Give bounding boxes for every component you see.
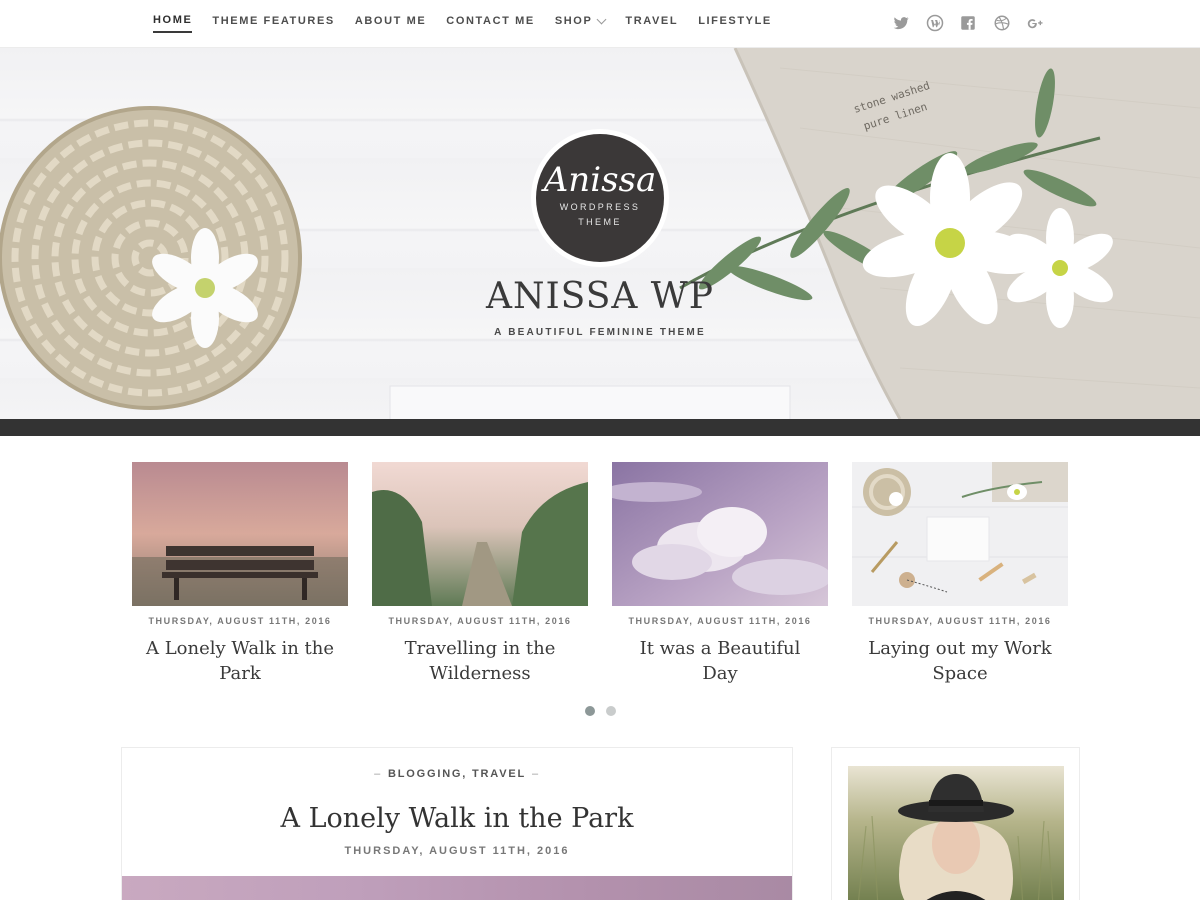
nav-item-travel[interactable]: TRAVEL <box>625 14 678 33</box>
nav-item-lifestyle[interactable]: LIFESTYLE <box>698 14 772 33</box>
category-link-blogging[interactable]: BLOGGING <box>388 768 462 780</box>
featured-posts-slider: THURSDAY, AUGUST 11TH, 2016 A Lonely Wal… <box>132 462 1068 702</box>
slide-date: THURSDAY, AUGUST 11TH, 2016 <box>868 616 1052 626</box>
nav-item-label: HOME <box>153 14 193 26</box>
post-featured-image[interactable] <box>122 876 792 900</box>
dribbble-icon[interactable] <box>992 13 1012 33</box>
google-plus-icon[interactable] <box>1025 13 1045 33</box>
facebook-icon[interactable] <box>958 13 978 33</box>
site-logo[interactable]: Anissa WORDPRESS THEME <box>531 129 669 267</box>
slide-title[interactable]: It was a Beautiful Day <box>612 636 828 686</box>
slide-image-bench-in-mist[interactable] <box>132 462 348 606</box>
post-title[interactable]: A Lonely Walk in the Park <box>122 803 792 834</box>
slide-card[interactable]: THURSDAY, AUGUST 11TH, 2016 Travelling i… <box>372 462 588 686</box>
logo-script-text: Anissa <box>543 160 657 200</box>
slide-card[interactable]: THURSDAY, AUGUST 11TH, 2016 Laying out m… <box>852 462 1068 686</box>
slide-image-purple-clouds[interactable] <box>612 462 828 606</box>
nav-item-home[interactable]: HOME <box>153 14 193 33</box>
nav-item-label: LIFESTYLE <box>698 15 772 27</box>
author-photo <box>848 766 1064 900</box>
hero-divider-bar <box>0 419 1200 436</box>
site-tagline: A BEAUTIFUL FEMININE THEME <box>494 327 706 338</box>
nav-item-label: ABOUT ME <box>354 15 427 27</box>
chevron-down-icon <box>596 14 607 24</box>
post-card: – BLOGGING, TRAVEL – A Lonely Walk in the … <box>121 747 793 900</box>
category-separator: , <box>462 768 468 780</box>
slider-dot-2[interactable] <box>606 706 616 716</box>
slider-dot-1[interactable] <box>585 706 595 716</box>
slide-image-misty-forest-path[interactable] <box>372 462 588 606</box>
nav-item-about-me[interactable]: ABOUT ME <box>355 14 426 33</box>
twitter-icon[interactable] <box>891 13 911 33</box>
category-dash: – <box>374 768 382 780</box>
social-links <box>891 13 1059 33</box>
logo-subtitle-line: WORDPRESS <box>559 202 641 212</box>
slide-date: THURSDAY, AUGUST 11TH, 2016 <box>628 616 812 626</box>
logo-circle: Anissa WORDPRESS THEME <box>536 134 664 262</box>
slide-card[interactable]: THURSDAY, AUGUST 11TH, 2016 It was a Bea… <box>612 462 828 686</box>
slide-image-workspace-flatlay[interactable] <box>852 462 1068 606</box>
nav-item-contact-me[interactable]: CONTACT ME <box>446 14 535 33</box>
slide-title[interactable]: A Lonely Walk in the Park <box>132 636 348 686</box>
slide-title[interactable]: Laying out my Work Space <box>852 636 1068 686</box>
nav-item-label: THEME FEATURES <box>212 15 335 27</box>
wordpress-icon[interactable] <box>925 13 945 33</box>
sidebar-about-widget <box>831 747 1080 900</box>
slide-date: THURSDAY, AUGUST 11TH, 2016 <box>148 616 332 626</box>
slide-date: THURSDAY, AUGUST 11TH, 2016 <box>388 616 572 626</box>
logo-subtitle-line: THEME <box>578 217 622 227</box>
slide-card[interactable]: THURSDAY, AUGUST 11TH, 2016 A Lonely Wal… <box>132 462 348 686</box>
top-navigation-bar: HOME THEME FEATURES ABOUT ME CONTACT ME … <box>0 0 1200 48</box>
nav-item-theme-features[interactable]: THEME FEATURES <box>212 14 334 33</box>
nav-item-label: CONTACT ME <box>446 15 535 27</box>
category-link-travel[interactable]: TRAVEL <box>472 768 526 780</box>
category-dash: – <box>532 768 540 780</box>
slide-title[interactable]: Travelling in the Wilderness <box>372 636 588 686</box>
main-menu: HOME THEME FEATURES ABOUT ME CONTACT ME … <box>153 14 792 33</box>
post-date: THURSDAY, AUGUST 11TH, 2016 <box>344 845 570 857</box>
post-categories: – BLOGGING, TRAVEL – <box>122 768 792 780</box>
nav-item-label: TRAVEL <box>625 15 679 27</box>
nav-item-label: SHOP <box>554 15 593 27</box>
nav-item-shop[interactable]: SHOP <box>554 14 607 33</box>
slider-pagination <box>585 706 627 716</box>
site-title[interactable]: ANISSA WP <box>0 276 1200 317</box>
